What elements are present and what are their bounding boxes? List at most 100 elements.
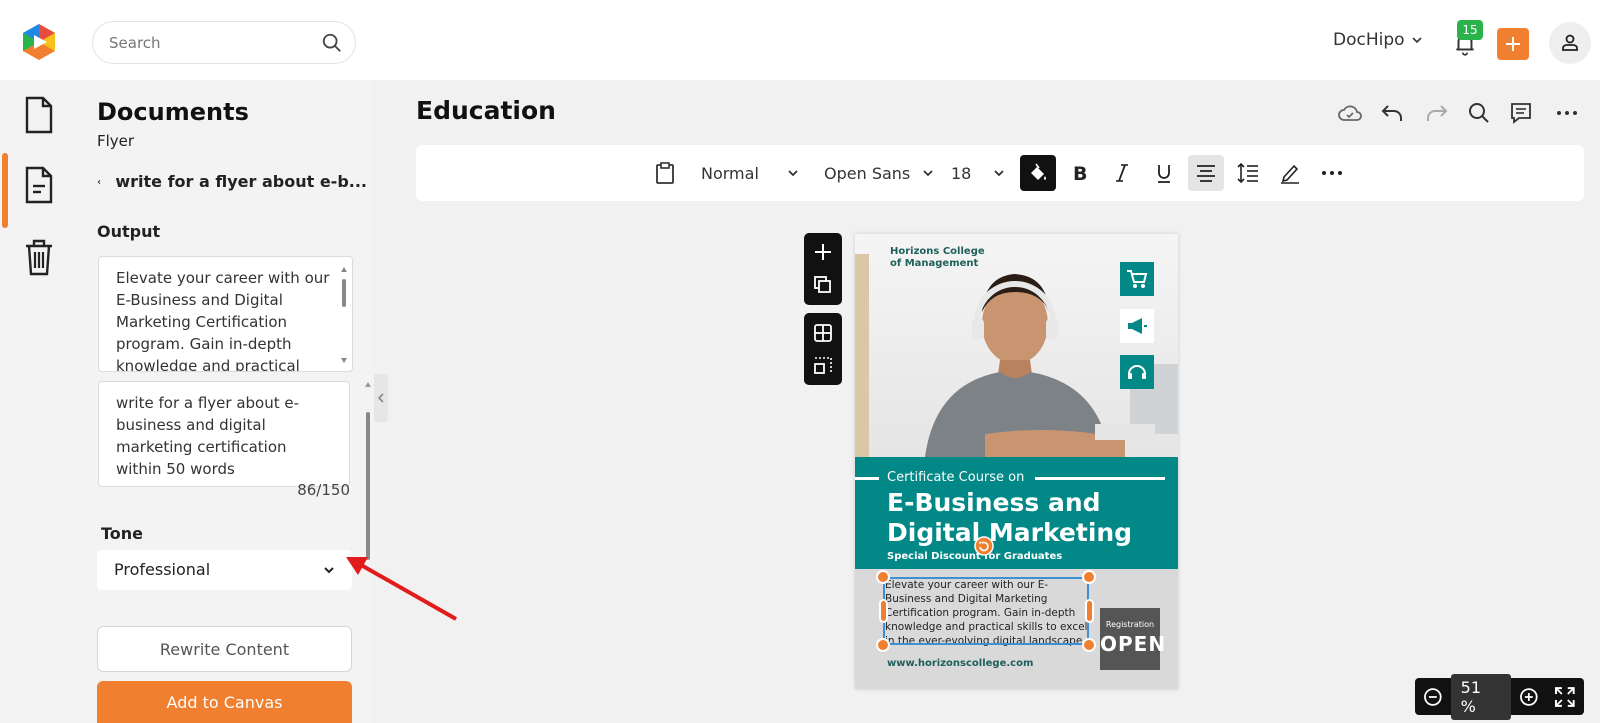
megaphone-icon[interactable]: [1120, 309, 1154, 343]
collapse-panel-button[interactable]: [374, 374, 388, 422]
paragraph-style-value: Normal: [701, 163, 759, 183]
zoom-out-icon[interactable]: [1423, 687, 1443, 707]
user-icon: [1562, 34, 1578, 51]
workspace-name: DocHipo: [1333, 30, 1405, 50]
active-indicator: [2, 153, 8, 228]
headset-icon[interactable]: [1120, 355, 1154, 389]
chevron-left-icon: [377, 393, 384, 403]
font-size-select[interactable]: 18: [951, 145, 1005, 201]
registration-status: OPEN: [1100, 632, 1167, 656]
resize-handle-right[interactable]: [1085, 599, 1094, 623]
zoom-unit: %: [1460, 696, 1476, 716]
prompt-text: write for a flyer about e-business and d…: [116, 394, 300, 478]
font-family-value: Open Sans: [824, 163, 911, 183]
tone-value: Professional: [114, 560, 211, 579]
output-scrollbar[interactable]: [340, 265, 348, 365]
line-spacing-icon: [1237, 162, 1258, 184]
more-options-icon[interactable]: [1554, 100, 1580, 126]
paint-bucket-icon: [1031, 163, 1046, 180]
course-title[interactable]: E-Business and Digital Marketing: [887, 488, 1132, 548]
panel-scrollbar[interactable]: [364, 380, 372, 680]
more-tools-button[interactable]: [1314, 155, 1350, 191]
output-text: Elevate your career with our E-Business …: [116, 269, 330, 372]
page-tools-bottom: [804, 313, 842, 385]
create-button[interactable]: [1497, 28, 1529, 60]
redo-icon[interactable]: [1423, 100, 1449, 126]
align-center-icon: [1197, 165, 1215, 182]
rotate-handle-icon[interactable]: [974, 536, 994, 556]
chevron-down-icon: [1411, 37, 1422, 44]
fullscreen-icon[interactable]: [1554, 686, 1576, 708]
text-toolbar: Normal Open Sans 18 B: [416, 145, 1584, 201]
document-icon[interactable]: [24, 96, 54, 134]
undo-icon[interactable]: [1380, 100, 1406, 126]
top-header: DocHipo 15: [0, 0, 1600, 80]
registration-label: Registration: [1105, 620, 1155, 629]
college-line-1: Horizons College: [890, 246, 985, 257]
notification-badge: 15: [1457, 20, 1483, 40]
pen-icon: [1281, 164, 1299, 184]
search-box[interactable]: [92, 21, 356, 64]
trash-icon[interactable]: [24, 238, 54, 276]
registration-box[interactable]: Registration OPEN: [1100, 608, 1167, 670]
chevron-down-icon: [923, 170, 933, 177]
user-avatar[interactable]: [1549, 22, 1591, 64]
align-center-button[interactable]: [1188, 155, 1224, 191]
document-title[interactable]: Education: [416, 96, 556, 125]
comment-icon[interactable]: [1508, 100, 1534, 126]
tone-label: Tone: [101, 524, 144, 543]
grid-layout-icon[interactable]: [813, 323, 833, 343]
char-counter: 86/150: [297, 481, 350, 499]
resize-handle-bottom-left[interactable]: [876, 638, 890, 652]
prompt-textbox[interactable]: write for a flyer about e-business and d…: [98, 381, 350, 487]
college-name[interactable]: Horizons College of Management: [890, 246, 985, 270]
add-to-canvas-button[interactable]: Add to Canvas: [97, 681, 352, 723]
cloud-saved-icon[interactable]: [1337, 100, 1363, 126]
italic-button[interactable]: [1104, 155, 1140, 191]
template-doc-icon[interactable]: [24, 166, 54, 204]
chevron-left-icon[interactable]: [97, 176, 101, 188]
text-color-button[interactable]: [1020, 155, 1056, 191]
duplicate-page-icon[interactable]: [813, 275, 833, 295]
search-input[interactable]: [109, 32, 299, 54]
chevron-down-icon: [324, 567, 334, 574]
dochipo-logo[interactable]: [20, 22, 58, 62]
resize-handle-left[interactable]: [879, 599, 888, 623]
tone-select[interactable]: Professional: [97, 550, 352, 590]
search-icon[interactable]: [1466, 100, 1492, 126]
line-spacing-button[interactable]: [1230, 155, 1266, 191]
certificate-line[interactable]: Certificate Course on: [887, 470, 1024, 485]
clipboard-icon[interactable]: [654, 161, 676, 185]
italic-icon: [1116, 164, 1128, 182]
highlight-button[interactable]: [1272, 155, 1308, 191]
select-area-icon[interactable]: [813, 355, 833, 375]
rewrite-content-button[interactable]: Rewrite Content: [97, 626, 352, 672]
bold-icon: B: [1073, 163, 1087, 183]
resize-handle-bottom-right[interactable]: [1082, 638, 1096, 652]
search-icon[interactable]: [321, 32, 343, 54]
resize-handle-top-right[interactable]: [1082, 570, 1096, 584]
output-textbox[interactable]: Elevate your career with our E-Business …: [98, 256, 353, 372]
zoom-level[interactable]: 51 %: [1450, 673, 1511, 720]
flyer-canvas[interactable]: Horizons College of Management Certifica…: [855, 234, 1178, 689]
resize-handle-top-left[interactable]: [876, 570, 890, 584]
paragraph-style-select[interactable]: Normal: [701, 145, 799, 201]
add-page-icon[interactable]: [813, 242, 833, 262]
panel-title: Documents: [97, 98, 249, 126]
page-tools-top: [804, 233, 842, 305]
bold-button[interactable]: B: [1062, 155, 1098, 191]
font-size-value: 18: [951, 163, 972, 183]
left-rail: [0, 80, 78, 723]
zoom-in-icon[interactable]: [1519, 687, 1539, 707]
svg-text:B: B: [1073, 163, 1087, 183]
font-family-select[interactable]: Open Sans: [824, 145, 934, 201]
back-to-prompt[interactable]: write for a flyer about e-b...: [97, 172, 367, 191]
zoom-value: 51: [1460, 677, 1482, 697]
course-title-line-1: E-Business and: [887, 488, 1101, 517]
more-options-icon: [1322, 171, 1342, 175]
college-website[interactable]: www.horizonscollege.com: [887, 658, 1033, 669]
workspace-dropdown[interactable]: DocHipo: [1333, 30, 1423, 50]
cart-icon[interactable]: [1120, 262, 1154, 296]
annotation-arrow-icon: [346, 557, 457, 621]
underline-button[interactable]: [1146, 155, 1182, 191]
